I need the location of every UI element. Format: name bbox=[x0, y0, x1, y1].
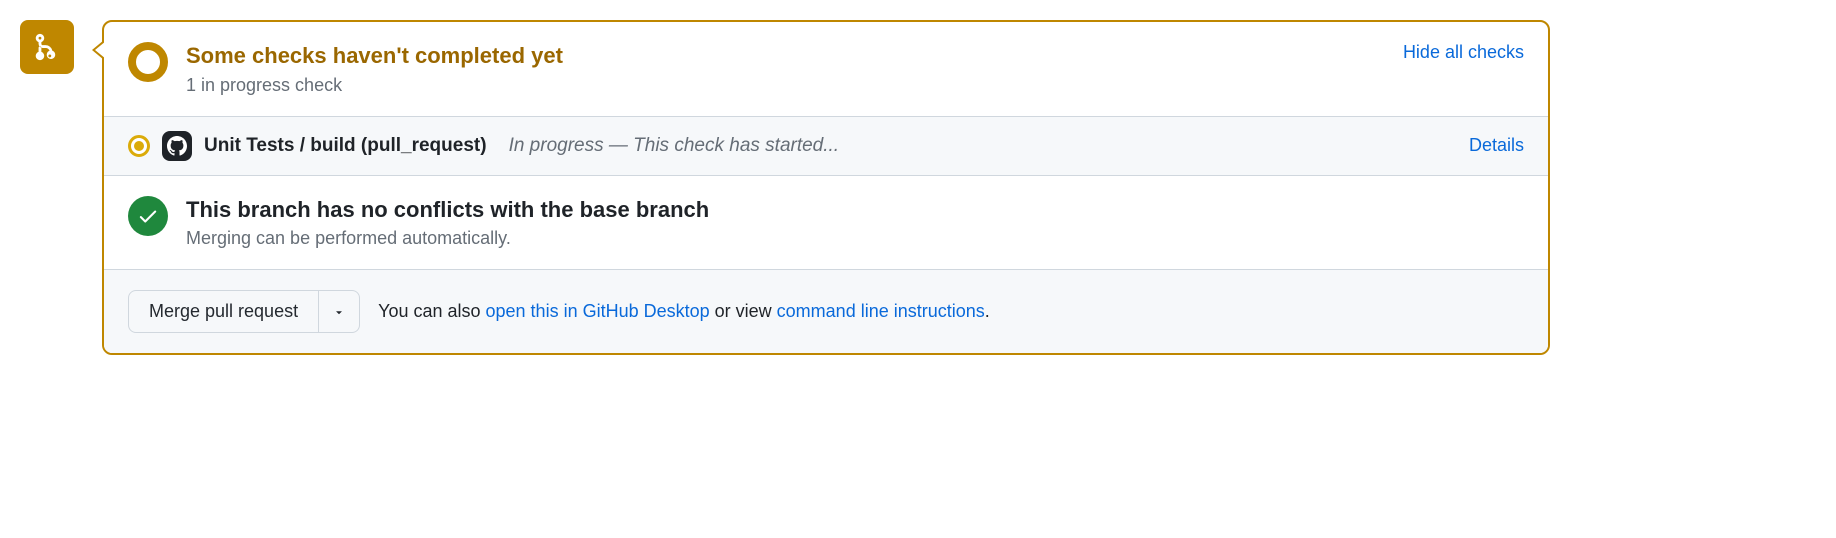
check-name: Unit Tests / build (pull_request) bbox=[204, 135, 487, 157]
checks-status-title: Some checks haven't completed yet bbox=[186, 42, 1385, 71]
merge-status-panel: Some checks haven't completed yet 1 in p… bbox=[102, 20, 1550, 355]
footer-text-middle: or view bbox=[710, 301, 777, 321]
open-github-desktop-link[interactable]: open this in GitHub Desktop bbox=[486, 301, 710, 321]
git-merge-icon bbox=[20, 20, 74, 74]
mergeability-section: This branch has no conflicts with the ba… bbox=[104, 175, 1548, 270]
merge-footer-text: You can also open this in GitHub Desktop… bbox=[378, 301, 990, 322]
caret-down-icon bbox=[333, 306, 345, 318]
pending-status-icon bbox=[128, 42, 168, 82]
toggle-checks-link[interactable]: Hide all checks bbox=[1403, 42, 1524, 63]
merge-pull-request-button[interactable]: Merge pull request bbox=[128, 290, 319, 333]
github-actions-icon bbox=[162, 131, 192, 161]
footer-text-suffix: . bbox=[985, 301, 990, 321]
mergeability-title: This branch has no conflicts with the ba… bbox=[186, 196, 1524, 225]
check-details-link[interactable]: Details bbox=[1469, 135, 1524, 156]
check-status-text: In progress — This check has started... bbox=[509, 135, 840, 157]
success-status-icon bbox=[128, 196, 168, 236]
check-pending-icon bbox=[128, 135, 150, 157]
merge-button-group: Merge pull request bbox=[128, 290, 360, 333]
checks-status-subtitle: 1 in progress check bbox=[186, 75, 1385, 96]
merge-footer: Merge pull request You can also open thi… bbox=[104, 269, 1548, 353]
footer-text-prefix: You can also bbox=[378, 301, 485, 321]
command-line-instructions-link[interactable]: command line instructions bbox=[777, 301, 985, 321]
checks-status-section: Some checks haven't completed yet 1 in p… bbox=[104, 22, 1548, 116]
mergeability-subtitle: Merging can be performed automatically. bbox=[186, 228, 1524, 249]
checks-list: Unit Tests / build (pull_request) In pro… bbox=[104, 116, 1548, 175]
merge-options-dropdown-button[interactable] bbox=[319, 290, 360, 333]
check-item: Unit Tests / build (pull_request) In pro… bbox=[128, 131, 1524, 161]
